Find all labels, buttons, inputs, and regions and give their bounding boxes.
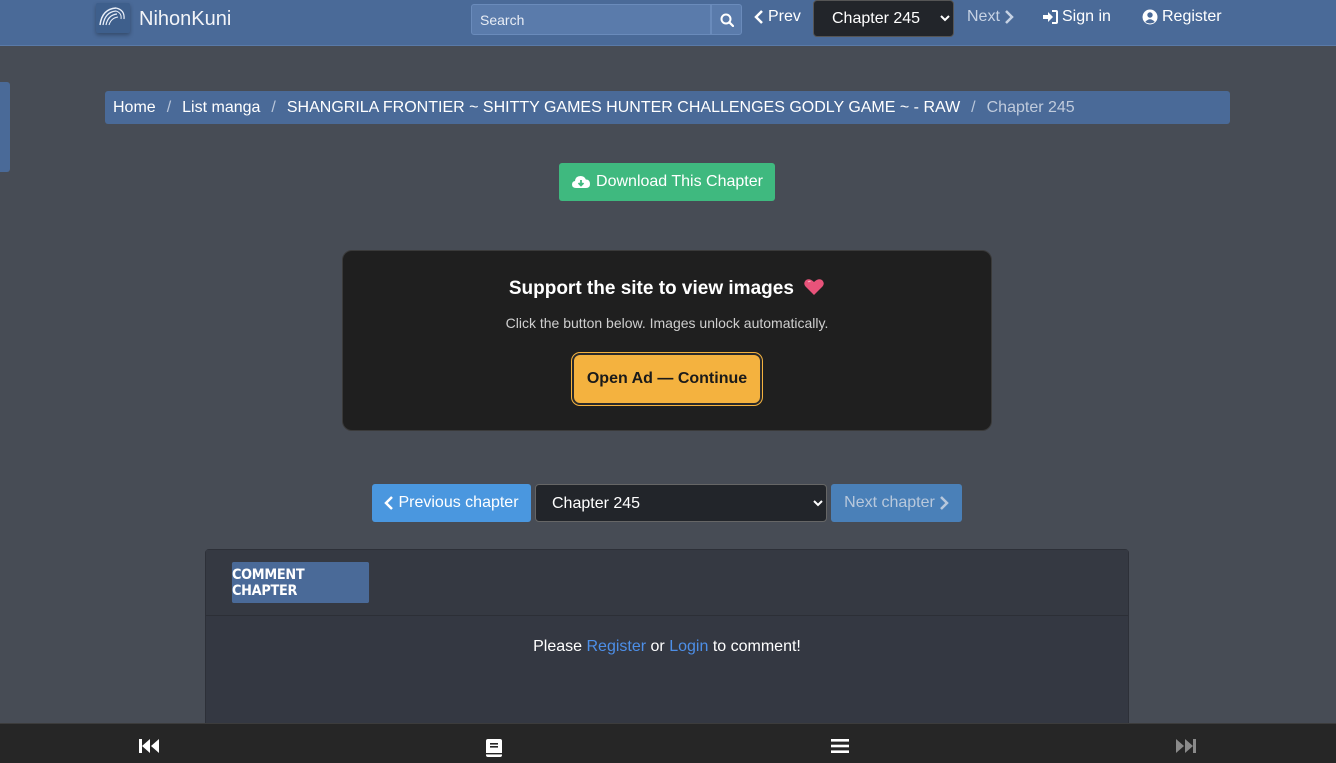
prev-chapter-link[interactable]: Prev	[754, 8, 801, 26]
next-chapter-label: Next chapter	[844, 494, 935, 511]
sign-in-icon	[1043, 10, 1058, 24]
side-panel-tab[interactable]	[0, 82, 10, 172]
download-label: Download This Chapter	[596, 173, 763, 190]
prev-label: Prev	[768, 8, 801, 25]
last-chapter-button[interactable]	[1175, 738, 1197, 759]
chevron-right-icon	[1005, 10, 1014, 24]
support-card: Support the site to view images Click th…	[342, 250, 992, 431]
signin-label: Sign in	[1062, 8, 1111, 25]
register-comment-link[interactable]: Register	[587, 638, 647, 655]
comment-msg-prefix: Please	[533, 638, 583, 655]
breadcrumb-home[interactable]: Home	[113, 99, 156, 117]
heart-icon	[804, 279, 824, 295]
chevron-right-icon	[939, 496, 949, 510]
breadcrumb-list-manga[interactable]: List manga	[182, 99, 260, 117]
bottom-toolbar	[0, 723, 1336, 763]
breadcrumb-current: Chapter 245	[986, 98, 1075, 116]
breadcrumb-manga-title[interactable]: SHANGRILA FRONTIER ~ SHITTY GAMES HUNTER…	[287, 99, 960, 117]
support-title: Support the site to view images	[343, 278, 991, 300]
last-chapter-icon	[1176, 739, 1196, 753]
first-chapter-button[interactable]	[138, 738, 160, 759]
menu-icon	[831, 739, 849, 753]
menu-button[interactable]	[831, 738, 849, 759]
comment-panel: COMMENT CHAPTER Please Register or Login…	[205, 549, 1129, 729]
user-circle-icon	[1142, 9, 1158, 25]
search-icon	[720, 13, 734, 27]
breadcrumb-separator: /	[971, 98, 976, 116]
comment-login-prompt: Please Register or Login to comment!	[206, 638, 1128, 656]
register-link[interactable]: Register	[1142, 8, 1222, 26]
previous-chapter-label: Previous chapter	[398, 494, 519, 511]
top-navbar: NihonKuni Prev Chapter 245 Next Sign in	[0, 0, 1336, 46]
next-chapter-button[interactable]: Next chapter	[831, 484, 962, 522]
previous-chapter-button[interactable]: Previous chapter	[372, 484, 531, 522]
breadcrumb-separator: /	[271, 98, 276, 116]
signin-link[interactable]: Sign in	[1042, 8, 1111, 26]
comment-msg-or: or	[650, 638, 665, 655]
support-title-text: Support the site to view images	[508, 278, 794, 299]
breadcrumb: Home / List manga / SHANGRILA FRONTIER ~…	[105, 91, 1230, 124]
open-ad-button[interactable]: Open Ad — Continue	[572, 353, 762, 405]
next-chapter-link[interactable]: Next	[967, 8, 1014, 26]
download-chapter-button[interactable]: Download This Chapter	[559, 163, 775, 201]
comment-msg-suffix: to comment!	[712, 638, 801, 655]
search-button[interactable]	[711, 4, 742, 35]
site-name[interactable]: NihonKuni	[139, 8, 231, 31]
breadcrumb-separator: /	[166, 98, 172, 116]
chevron-left-icon	[384, 496, 394, 510]
comment-header: COMMENT CHAPTER	[206, 550, 1128, 616]
register-label: Register	[1162, 8, 1222, 25]
login-comment-link[interactable]: Login	[669, 638, 708, 655]
book-icon	[486, 739, 502, 757]
cloud-download-icon	[572, 176, 591, 188]
next-label: Next	[967, 8, 1000, 25]
chapter-select[interactable]: Chapter 245	[535, 484, 827, 522]
chevron-left-icon	[754, 10, 763, 24]
search-input[interactable]	[471, 4, 711, 35]
tab-comment-chapter[interactable]: COMMENT CHAPTER	[231, 562, 370, 603]
chapter-list-button[interactable]	[485, 738, 503, 763]
logo-swirl-icon	[99, 7, 125, 26]
support-subtitle: Click the button below. Images unlock au…	[505, 315, 829, 331]
site-logo[interactable]	[96, 3, 130, 33]
chapter-select-header[interactable]: Chapter 245	[813, 0, 954, 37]
first-chapter-icon	[139, 739, 159, 753]
